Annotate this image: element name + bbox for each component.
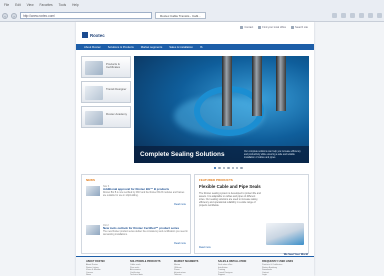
logo-mark-icon — [82, 32, 88, 38]
hero-cable-rod — [276, 56, 286, 111]
tile-transit-designer[interactable]: Transit Designer — [81, 81, 131, 103]
featured-small-title: FEATURED PRODUCTS — [199, 178, 233, 182]
feeds-icon[interactable] — [341, 13, 346, 18]
site-logo[interactable]: Roxtec — [82, 32, 105, 38]
tile-label: Products & Certificates — [106, 62, 120, 70]
products-thumbnail — [85, 61, 103, 75]
help-icon[interactable] — [377, 13, 382, 18]
footer-column: SALES & INSTALLATION Find sales office Ins… — [218, 260, 256, 276]
footer-column-heading: SALES & INSTALLATION — [218, 260, 247, 263]
news-body: Roxtec BG B is now certified by DNV and … — [103, 192, 185, 197]
news-thumbnail — [86, 225, 100, 235]
hero-text: Our complete solutions can help you incr… — [244, 151, 301, 159]
tile-academy[interactable]: Roxtec Academy — [81, 106, 131, 128]
carousel-dot[interactable] — [227, 167, 230, 170]
util-link-office[interactable]: Find your local office — [258, 26, 286, 29]
home-icon[interactable] — [332, 13, 337, 18]
utility-links: Contact Find your local office Search si… — [240, 26, 308, 29]
footer-column: MARKET SEGMENTS Marine Offshore Power Infras… — [174, 260, 212, 276]
contact-icon — [240, 26, 244, 29]
web-page: Contact Find your local office Search si… — [76, 22, 314, 276]
nav-item-sales[interactable]: Sales & installation — [169, 44, 193, 50]
academy-thumbnail — [85, 111, 103, 125]
browser-chrome: File Edit View Favorites Tools Help ‹ › … — [0, 0, 384, 22]
forward-arrow-icon[interactable]: › — [11, 12, 17, 19]
globe-icon — [258, 26, 262, 29]
carousel-dot[interactable] — [231, 167, 234, 170]
news-headline[interactable]: Additional approval for Roxtec BG™ B pro… — [103, 187, 188, 191]
news-title: NEWS — [86, 178, 95, 182]
menu-edit[interactable]: Edit — [15, 3, 21, 8]
footer-column-heading: ABOUT ROXTEC — [86, 260, 106, 263]
util-link-label: Contact — [244, 26, 254, 29]
carousel-dots — [214, 167, 243, 170]
footer-column-heading: FREQUENTLY USED LINKS — [262, 260, 294, 263]
featured-products-panel: FEATURED PRODUCTS Flexible Cable and Pip… — [194, 174, 309, 254]
carousel-dot[interactable] — [240, 167, 243, 170]
tile-products[interactable]: Products & Certificates — [81, 56, 131, 78]
footer-column: ABOUT ROXTEC About Roxtec Roxtec history Vi… — [86, 260, 124, 276]
news-panel: NEWS Nov 3 Additional approval for Roxte… — [81, 174, 191, 254]
menu-favorites[interactable]: Favorites — [40, 3, 53, 8]
footer-column: SOLUTIONS & PRODUCTS Cable seals Pipe seal… — [130, 260, 168, 276]
hero-cable-rod — [222, 56, 232, 126]
util-link-label: Find your local office — [262, 26, 287, 29]
hero-cable-rod — [252, 56, 262, 116]
util-link-label: Search site — [295, 26, 308, 29]
main-nav: About Roxtec Solutions & Products Market… — [76, 44, 314, 50]
footer-columns: ABOUT ROXTEC About Roxtec Roxtec history Vi… — [86, 260, 300, 276]
featured-body: The Roxtec sealing system is developed t… — [199, 192, 261, 208]
tile-label: Transit Designer — [106, 87, 127, 91]
carousel-dot[interactable] — [214, 167, 217, 170]
nav-item-solutions[interactable]: Solutions & Products — [108, 44, 134, 50]
page-icon[interactable] — [359, 13, 364, 18]
news-thumbnail — [86, 186, 100, 196]
footer-column-heading: MARKET SEGMENTS — [174, 260, 199, 263]
news-read-more[interactable]: Read more — [174, 203, 186, 206]
menu-tools[interactable]: Tools — [59, 3, 66, 8]
browser-toolbar — [332, 13, 382, 18]
logo-text: Roxtec — [90, 32, 105, 38]
menu-help[interactable]: Help — [72, 3, 79, 8]
transit-designer-thumbnail — [85, 86, 103, 100]
menu-file[interactable]: File — [4, 3, 9, 8]
footer-tagline: We Seal Your World — [283, 253, 308, 256]
footer-column-heading: SOLUTIONS & PRODUCTS — [130, 260, 161, 263]
hero-banner[interactable]: Complete Sealing Solutions Our complete … — [134, 56, 309, 163]
news-item[interactable]: Nov 3 Additional approval for Roxtec BG™… — [86, 184, 188, 206]
address-bar[interactable]: http://www.roxtec.com/ — [20, 12, 152, 19]
carousel-dot[interactable] — [218, 167, 221, 170]
address-text: http://www.roxtec.com/ — [23, 13, 56, 18]
news-read-more[interactable]: Read more — [174, 242, 186, 245]
footer-column: FREQUENTLY USED LINKS Products & Certific… — [262, 260, 300, 276]
nav-item-about[interactable]: About Roxtec — [84, 44, 101, 50]
back-arrow-icon[interactable]: ‹ — [2, 12, 8, 19]
tile-label: Roxtec Academy — [106, 112, 127, 116]
news-body: The new Roxtec product series deliver th… — [103, 231, 188, 236]
hero-caption: Complete Sealing Solutions Our complete … — [134, 146, 309, 163]
util-link-search[interactable]: Search site — [291, 26, 308, 29]
featured-product-image[interactable] — [266, 223, 304, 245]
carousel-dot[interactable] — [222, 167, 226, 170]
util-link-contact[interactable]: Contact — [240, 26, 253, 29]
browser-menubar: File Edit View Favorites Tools Help — [4, 3, 79, 8]
browser-tab[interactable]: Roxtec Cable Transits - Cabl... — [155, 12, 206, 19]
browser-nav-row: ‹ › http://www.roxtec.com/ Roxtec Cable … — [2, 11, 382, 20]
hero-title: Complete Sealing Solutions — [140, 151, 225, 158]
site-footer: We Seal Your World ABOUT ROXTEC About Rox… — [76, 253, 314, 276]
carousel-dot[interactable] — [235, 167, 239, 170]
menu-view[interactable]: View — [27, 3, 34, 8]
news-item[interactable]: Oct 2 New tools outlook for Roxtec Certi… — [86, 223, 188, 245]
news-headline[interactable]: New tools outlook for Roxtec Certified™ … — [103, 226, 188, 230]
featured-title[interactable]: Flexible Cable and Pipe Seals — [199, 184, 261, 189]
nav-item-markets[interactable]: Market segments — [141, 44, 162, 50]
nav-item-language[interactable]: IS — [200, 44, 203, 50]
tools-icon[interactable] — [368, 13, 373, 18]
print-icon[interactable] — [350, 13, 355, 18]
featured-read-more[interactable]: Read more — [199, 246, 211, 249]
search-icon — [291, 26, 295, 29]
